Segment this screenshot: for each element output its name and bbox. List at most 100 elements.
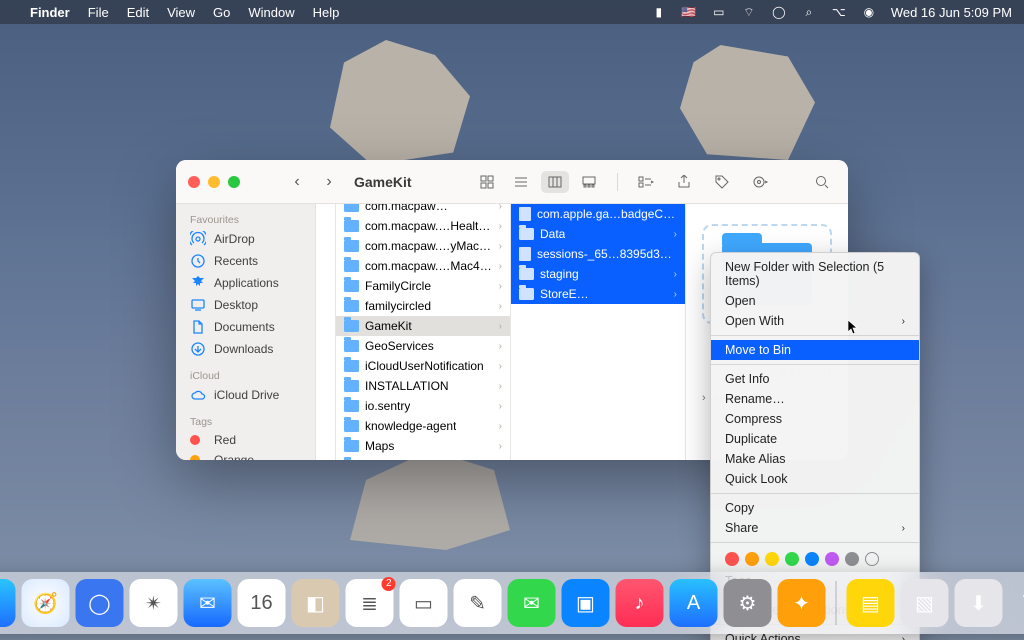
dock-app-mail[interactable]: ✉ (184, 579, 232, 627)
context-menu-item[interactable]: Open With› (711, 311, 919, 331)
file-row[interactable]: iCloudUserNotification› (336, 356, 510, 376)
dock-app-messages[interactable]: ✉ (508, 579, 556, 627)
dock-app-finder[interactable]: ☺ (0, 579, 16, 627)
context-menu-item[interactable]: Copy (711, 498, 919, 518)
status-user-icon[interactable]: ◯ (771, 4, 787, 20)
close-button[interactable] (188, 176, 200, 188)
back-button[interactable]: ‹ (286, 171, 308, 193)
file-row[interactable]: Data› (511, 224, 685, 244)
list-view-button[interactable] (507, 171, 535, 193)
status-siri-icon[interactable]: ◉ (861, 4, 877, 20)
gallery-view-button[interactable] (575, 171, 603, 193)
dock-app-music[interactable]: ♪ (616, 579, 664, 627)
context-menu-item[interactable]: New Folder with Selection (5 Items) (711, 257, 919, 291)
file-row[interactable]: FamilyCircle› (336, 276, 510, 296)
menu-file[interactable]: File (88, 5, 109, 20)
sidebar-item-icloud-drive[interactable]: iCloud Drive (176, 384, 315, 406)
file-row[interactable]: com.apple.ga…badgeCounts (511, 204, 685, 224)
context-menu-item[interactable]: Get Info (711, 369, 919, 389)
file-row[interactable]: com.macpaw.…Mac4.Updater› (336, 256, 510, 276)
file-row[interactable]: com.macpaw…› (336, 204, 510, 216)
status-battery-icon[interactable]: ▭ (711, 4, 727, 20)
file-row[interactable]: knowledge-agent› (336, 416, 510, 436)
tag-color-dot[interactable] (805, 552, 819, 566)
context-menu-item[interactable]: Rename… (711, 389, 919, 409)
dock-app-stickies[interactable]: ▤ (847, 579, 895, 627)
tag-color-dot[interactable] (845, 552, 859, 566)
sidebar-tag-red[interactable]: Red (176, 430, 315, 450)
dock-app-calendar[interactable]: 16 (238, 579, 286, 627)
sidebar-item-recents[interactable]: Recents (176, 250, 315, 272)
column-2[interactable]: com.apple.ga…badgeCountsData›sessions-_6… (511, 204, 686, 460)
menubar-app-name[interactable]: Finder (30, 5, 70, 20)
status-cleanmymac-icon[interactable]: ▮ (651, 4, 667, 20)
context-menu-item[interactable]: Make Alias (711, 449, 919, 469)
tags-button[interactable] (708, 171, 736, 193)
context-menu-item[interactable]: Share› (711, 518, 919, 538)
file-row[interactable]: INSTALLATION› (336, 376, 510, 396)
menu-help[interactable]: Help (313, 5, 340, 20)
file-row[interactable]: com.macpaw.…HealthMonitor› (336, 216, 510, 236)
status-spotlight-icon[interactable]: ⌕ (801, 4, 817, 20)
file-row[interactable]: com.macpaw.…yMac4.Menu› (336, 236, 510, 256)
context-menu-item[interactable]: Quick Look (711, 469, 919, 489)
menubar-clock[interactable]: Wed 16 Jun 5:09 PM (891, 5, 1012, 20)
tag-color-dot[interactable] (745, 552, 759, 566)
tag-color-dot[interactable] (785, 552, 799, 566)
sidebar-item-documents[interactable]: Documents (176, 316, 315, 338)
status-control-center-icon[interactable]: ⌥ (831, 4, 847, 20)
dock-app-safari[interactable]: 🧭 (22, 579, 70, 627)
dock-app-reminders[interactable]: ≣2 (346, 579, 394, 627)
group-by-button[interactable] (632, 171, 660, 193)
context-menu-move-to-bin[interactable]: Move to Bin (711, 340, 919, 360)
dock-app-appstore[interactable]: A (670, 579, 718, 627)
dock-app-keynote[interactable]: ▣ (562, 579, 610, 627)
context-menu-item[interactable]: Open (711, 291, 919, 311)
menu-go[interactable]: Go (213, 5, 230, 20)
menu-view[interactable]: View (167, 5, 195, 20)
action-button[interactable] (746, 171, 774, 193)
tag-color-none[interactable] (865, 552, 879, 566)
sidebar-item-applications[interactable]: Applications (176, 272, 315, 294)
dock-app-trash[interactable]: 🗑 (1009, 579, 1024, 627)
sidebar-item-desktop[interactable]: Desktop (176, 294, 315, 316)
tag-color-dot[interactable] (765, 552, 779, 566)
column-0[interactable] (316, 204, 336, 460)
file-row[interactable]: sessions-_65…8395d35fa.db (511, 244, 685, 264)
dock-app-drafts[interactable]: ✎ (454, 579, 502, 627)
icon-view-button[interactable] (473, 171, 501, 193)
dock-app-settings[interactable]: ⚙ (724, 579, 772, 627)
status-flag-icon[interactable]: 🇺🇸 (681, 4, 697, 20)
dock-app-preview[interactable]: ▧ (901, 579, 949, 627)
sidebar-item-airdrop[interactable]: AirDrop (176, 228, 315, 250)
file-row[interactable]: GeoServices› (336, 336, 510, 356)
zoom-button[interactable] (228, 176, 240, 188)
tag-color-dot[interactable] (725, 552, 739, 566)
file-row[interactable]: familycircled› (336, 296, 510, 316)
dock-app-notes[interactable]: ▭ (400, 579, 448, 627)
file-row[interactable]: StoreE…› (511, 284, 685, 304)
dock-app-signal[interactable]: ◯ (76, 579, 124, 627)
sidebar-item-downloads[interactable]: Downloads (176, 338, 315, 360)
file-row[interactable]: io.sentry› (336, 396, 510, 416)
dock-app-contacts[interactable]: ◧ (292, 579, 340, 627)
column-1[interactable]: com.macpaw…›com.macpaw.…HealthMonitor›co… (336, 204, 511, 460)
dock-app-cleanmymac[interactable]: ✦ (778, 579, 826, 627)
share-button[interactable] (670, 171, 698, 193)
titlebar[interactable]: ‹ › GameKit (176, 160, 848, 204)
search-button[interactable] (808, 171, 836, 193)
file-row[interactable]: Maps› (336, 436, 510, 456)
minimize-button[interactable] (208, 176, 220, 188)
file-row[interactable]: mbuseragent› (336, 456, 510, 460)
context-menu-item[interactable]: Compress (711, 409, 919, 429)
forward-button[interactable]: › (318, 171, 340, 193)
column-view-button[interactable] (541, 171, 569, 193)
file-row[interactable]: GameKit› (336, 316, 510, 336)
dock-app-slack[interactable]: ✴ (130, 579, 178, 627)
sidebar-tag-orange[interactable]: Orange (176, 450, 315, 460)
dock-app-downloads[interactable]: ⬇ (955, 579, 1003, 627)
status-wifi-icon[interactable]: ⌔ (741, 4, 757, 20)
tag-color-dot[interactable] (825, 552, 839, 566)
menu-window[interactable]: Window (248, 5, 294, 20)
menu-edit[interactable]: Edit (127, 5, 149, 20)
